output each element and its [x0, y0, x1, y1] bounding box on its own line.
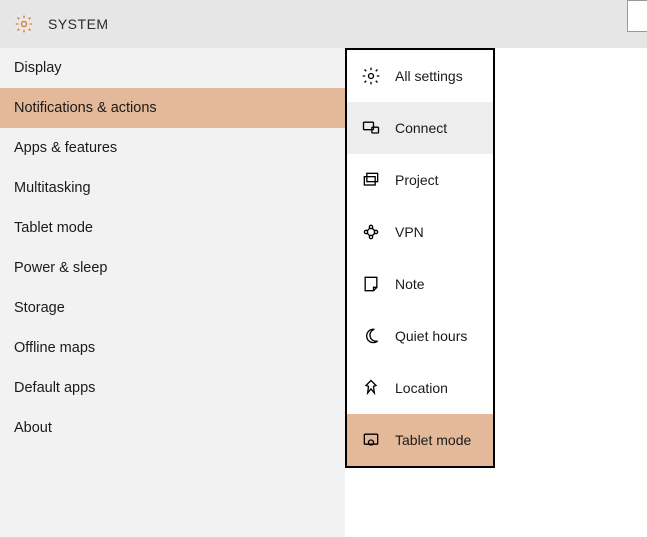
sidebar-item-label: Storage — [14, 300, 65, 316]
sidebar-item-notifications-actions[interactable]: Notifications & actions — [0, 88, 345, 128]
connect-icon — [361, 118, 381, 138]
sidebar: Display Notifications & actions Apps & f… — [0, 48, 345, 537]
panel-item-all-settings[interactable]: All settings — [347, 50, 493, 102]
sidebar-item-label: Notifications & actions — [14, 100, 157, 116]
panel-item-location[interactable]: Location — [347, 362, 493, 414]
main-area: Display Notifications & actions Apps & f… — [0, 48, 647, 537]
sidebar-item-label: Default apps — [14, 380, 95, 396]
panel-item-quiet-hours[interactable]: Quiet hours — [347, 310, 493, 362]
sidebar-item-label: About — [14, 420, 52, 436]
sidebar-item-offline-maps[interactable]: Offline maps — [0, 328, 345, 368]
sidebar-item-label: Display — [14, 60, 62, 76]
note-icon — [361, 274, 381, 294]
header-button-partial[interactable] — [627, 0, 647, 32]
tablet-icon — [361, 430, 381, 450]
quick-actions-panel: All settings Connect Project VPN Note Qu… — [345, 48, 495, 468]
sidebar-item-label: Tablet mode — [14, 220, 93, 236]
panel-item-label: VPN — [395, 224, 424, 240]
sidebar-item-display[interactable]: Display — [0, 48, 345, 88]
gear-icon — [14, 14, 34, 34]
panel-item-note[interactable]: Note — [347, 258, 493, 310]
sidebar-item-multitasking[interactable]: Multitasking — [0, 168, 345, 208]
header-bar: SYSTEM — [0, 0, 647, 48]
sidebar-item-storage[interactable]: Storage — [0, 288, 345, 328]
panel-item-connect[interactable]: Connect — [347, 102, 493, 154]
sidebar-item-apps-features[interactable]: Apps & features — [0, 128, 345, 168]
page-title: SYSTEM — [48, 16, 109, 32]
panel-item-label: All settings — [395, 68, 463, 84]
location-icon — [361, 378, 381, 398]
panel-item-label: Quiet hours — [395, 328, 467, 344]
panel-item-label: Project — [395, 172, 439, 188]
sidebar-item-label: Offline maps — [14, 340, 95, 356]
project-icon — [361, 170, 381, 190]
sidebar-item-tablet-mode[interactable]: Tablet mode — [0, 208, 345, 248]
sidebar-item-label: Multitasking — [14, 180, 91, 196]
panel-item-label: Tablet mode — [395, 432, 471, 448]
sidebar-item-label: Apps & features — [14, 140, 117, 156]
moon-icon — [361, 326, 381, 346]
panel-item-project[interactable]: Project — [347, 154, 493, 206]
sidebar-item-default-apps[interactable]: Default apps — [0, 368, 345, 408]
panel-item-tablet-mode[interactable]: Tablet mode — [347, 414, 493, 466]
sidebar-item-about[interactable]: About — [0, 408, 345, 448]
panel-item-label: Connect — [395, 120, 447, 136]
panel-item-label: Location — [395, 380, 448, 396]
vpn-icon — [361, 222, 381, 242]
panel-item-vpn[interactable]: VPN — [347, 206, 493, 258]
sidebar-item-power-sleep[interactable]: Power & sleep — [0, 248, 345, 288]
panel-item-label: Note — [395, 276, 425, 292]
sidebar-item-label: Power & sleep — [14, 260, 108, 276]
gear-icon — [361, 66, 381, 86]
